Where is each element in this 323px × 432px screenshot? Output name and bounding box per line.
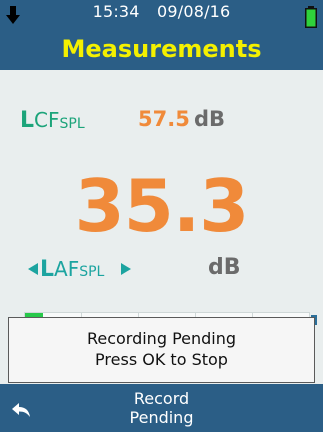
primary-reading-unit: dB [208,255,241,280]
measurements-screen: 15:34 09/08/16 Measurements LCFSPL 57.5 … [0,0,323,432]
recording-dialog: Recording Pending Press OK to Stop [8,317,315,383]
right-triangle-icon[interactable] [121,263,131,275]
status-clock: 15:34 09/08/16 [0,2,323,22]
laf-spl-label: LAFSPL [40,256,104,285]
lcf-sub-text: SPL [59,116,85,132]
dialog-line-1: Recording Pending [86,329,237,348]
lcf-spl-unit: dB [194,107,226,131]
status-time: 15:34 [92,2,140,21]
dialog-line-2: Press OK to Stop [95,350,228,369]
primary-reading-value: 35.3 [74,164,250,248]
footer-label-line-1: Record [133,389,190,408]
laf-sub-text: SPL [79,264,105,280]
lcf-spl-value: 57.5 [138,107,190,131]
lcf-main-letter: L [20,108,35,133]
battery-icon [305,6,317,28]
laf-mid-text: AF [54,257,80,281]
lcf-mid-text: CF [34,108,60,132]
header-bar: 15:34 09/08/16 Measurements [0,0,323,70]
footer-softkey-label[interactable]: Record Pending [0,389,323,427]
laf-main-letter: L [40,257,55,282]
page-title: Measurements [61,35,262,63]
lcf-spl-label: LCFSPL [20,108,85,136]
footer-bar: Record Pending [0,384,323,432]
left-triangle-icon[interactable] [28,263,38,275]
status-date: 09/08/16 [156,2,231,21]
footer-label-line-2: Pending [129,408,194,427]
